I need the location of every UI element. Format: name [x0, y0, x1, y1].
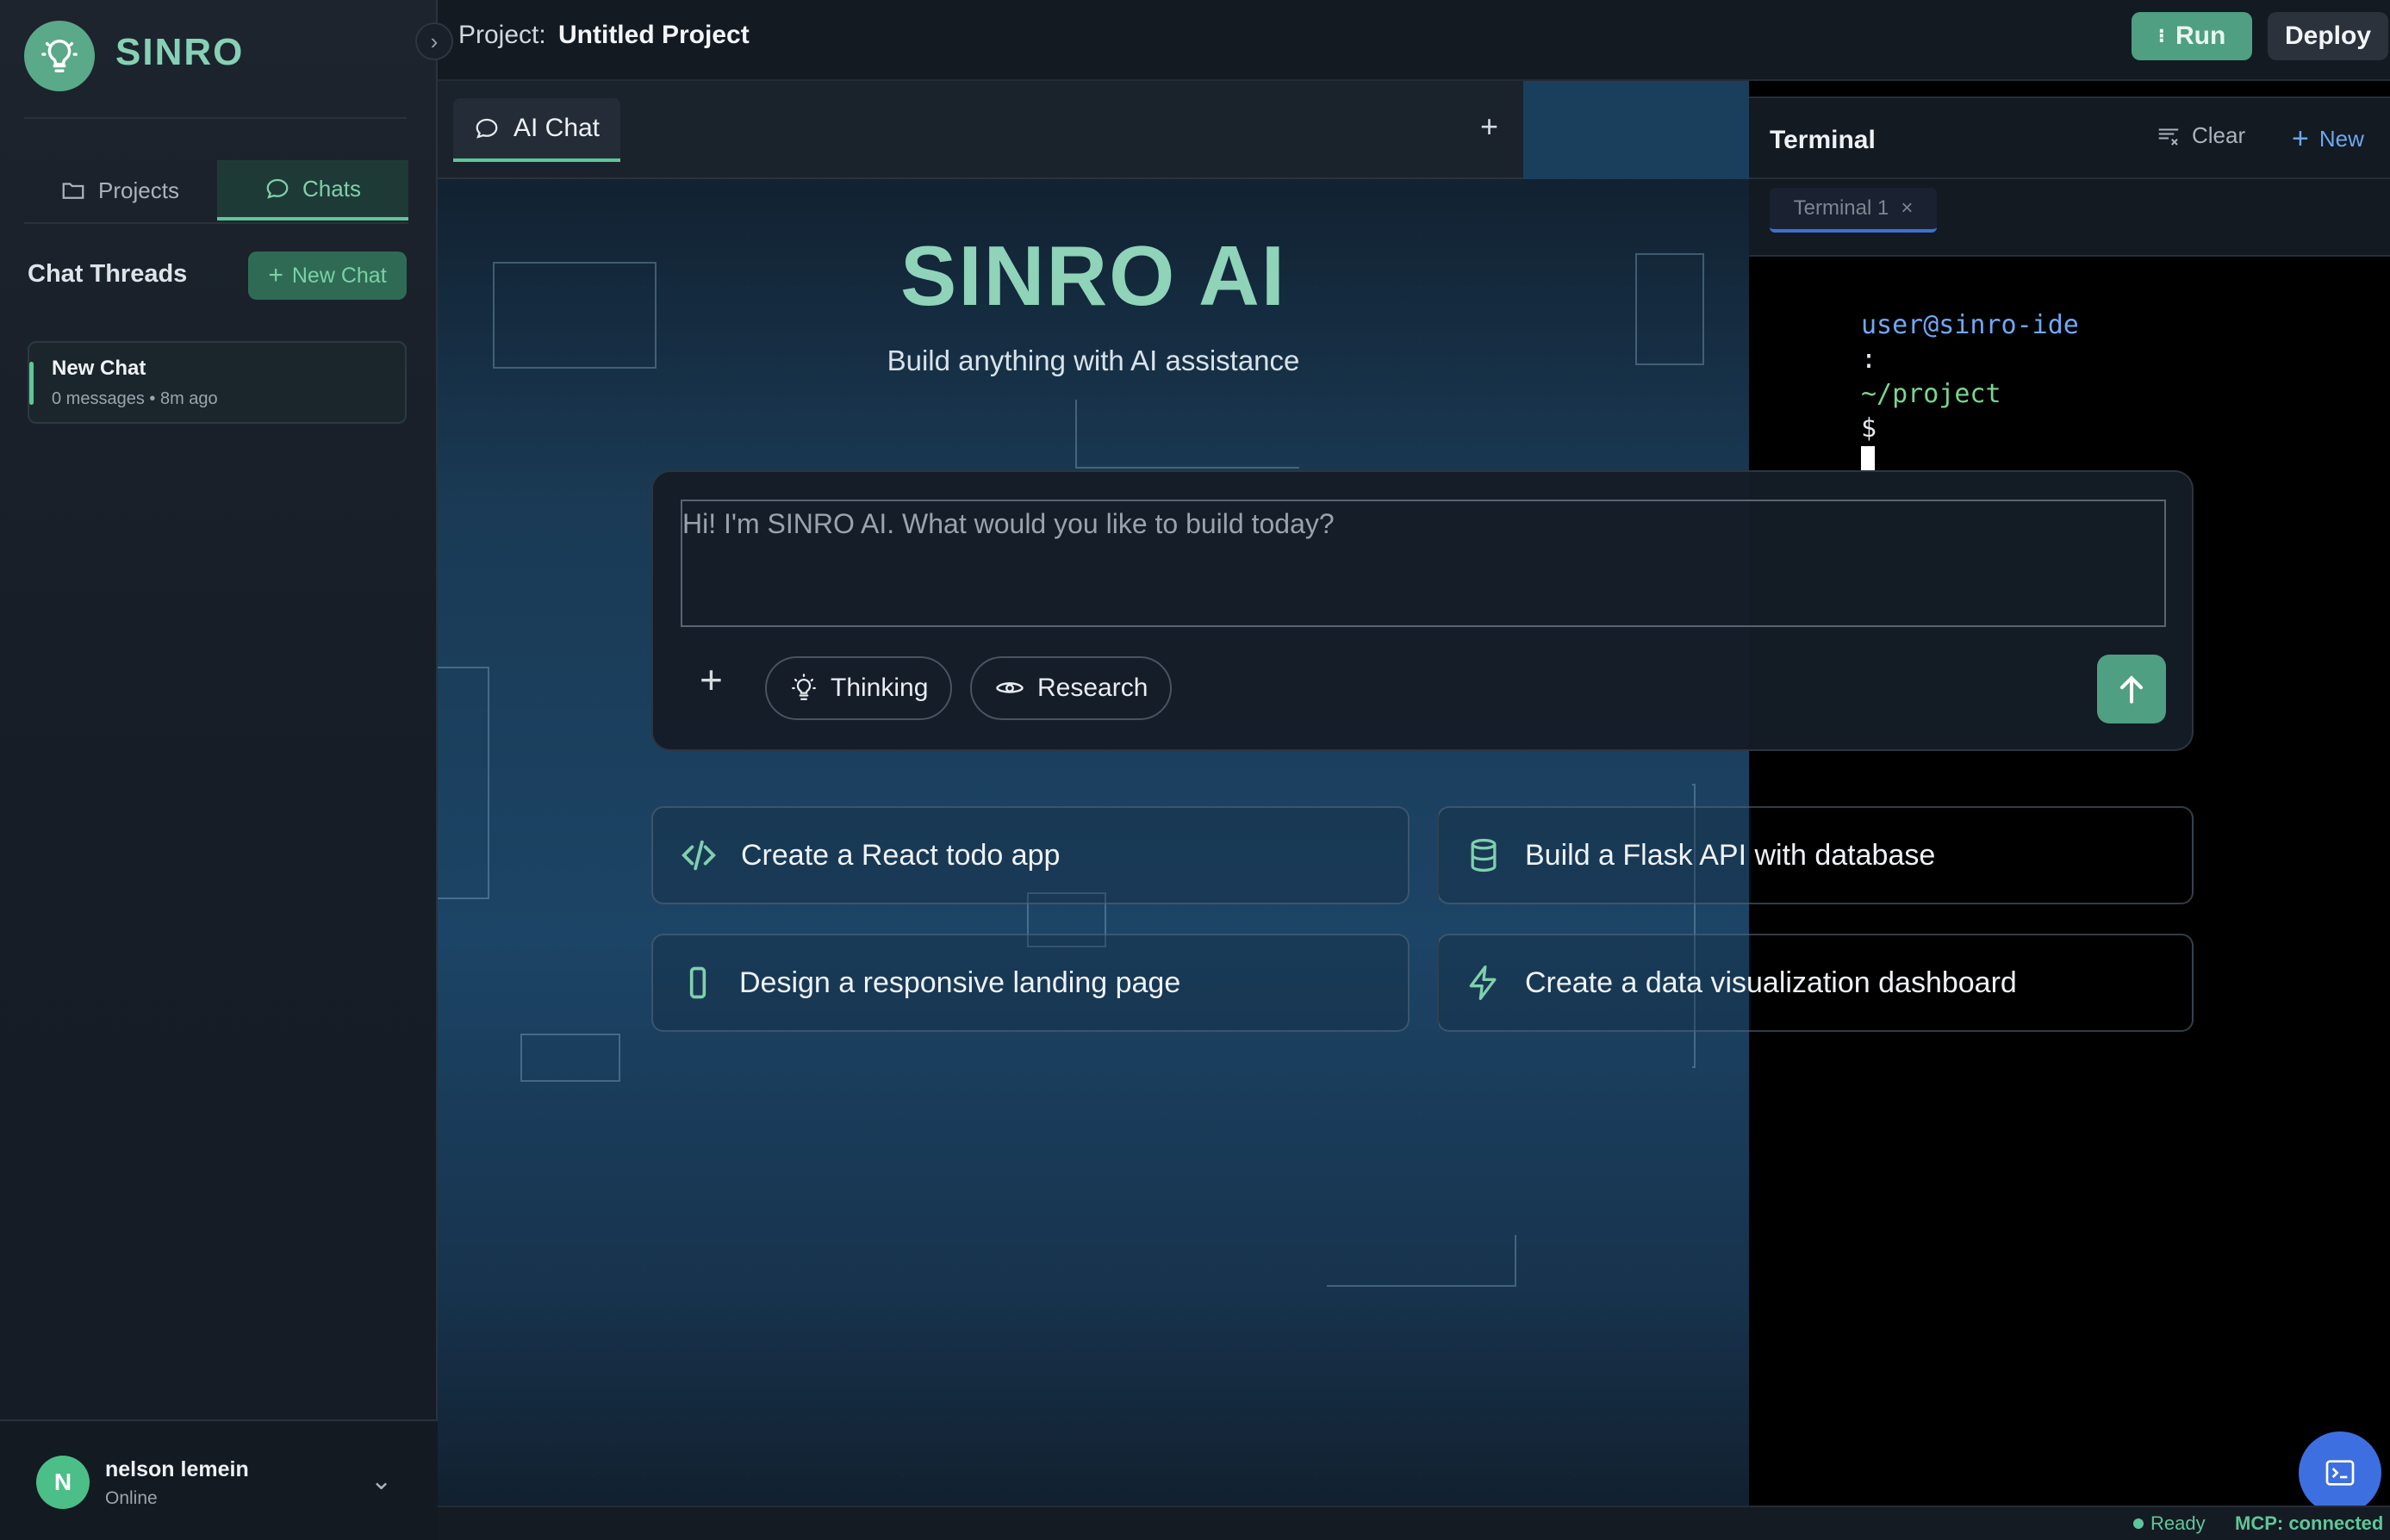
terminal-title: Terminal: [1770, 126, 1876, 154]
mcp-status: MCP: connected: [2235, 1512, 2384, 1534]
sidebar: SINRO › Projects Chats Chat Threads + Ne…: [0, 0, 453, 1540]
thread-meta: 0 messages • 8m ago: [52, 389, 218, 408]
terminal-tab-label: Terminal 1: [1793, 196, 1889, 220]
status-ready-label: Ready: [2150, 1512, 2206, 1534]
tab-chats[interactable]: Chats: [217, 160, 408, 220]
eye-icon: [995, 682, 1024, 693]
decorative-shape: [1075, 400, 1299, 469]
suggestion-card[interactable]: Build a Flask API with database: [1437, 806, 2194, 904]
new-chat-button[interactable]: + New Chat: [248, 251, 407, 300]
suggestion-label: Create a React todo app: [741, 838, 1061, 872]
deploy-label: Deploy: [2284, 22, 2372, 50]
logo: [24, 21, 95, 91]
project-name[interactable]: Untitled Project: [558, 21, 750, 50]
plus-icon: +: [268, 261, 283, 289]
new-label: New: [2318, 126, 2364, 152]
hero-subtitle: Build anything with AI assistance: [887, 345, 1300, 376]
thread-item[interactable]: New Chat 0 messages • 8m ago: [28, 341, 407, 424]
lightbulb-icon: [41, 40, 78, 72]
new-terminal-button[interactable]: + New: [2292, 122, 2364, 156]
thinking-label: Thinking: [831, 674, 929, 702]
decorative-shape: [1327, 1235, 1516, 1287]
chat-input[interactable]: [681, 500, 2166, 627]
thread-title: New Chat: [52, 357, 146, 380]
code-icon: [682, 840, 716, 871]
chat-composer: + Thinking Research: [651, 470, 2194, 751]
clear-icon: [2158, 128, 2179, 146]
tab-bar-filler: [1523, 81, 1749, 179]
suggestion-card[interactable]: Create a React todo app: [651, 806, 1410, 904]
research-label: Research: [1037, 674, 1148, 702]
suggestion-label: Create a data visualization dashboard: [1525, 966, 2017, 999]
chevron-right-icon: ›: [430, 28, 439, 54]
suggestion-label: Design a responsive landing page: [739, 966, 1181, 999]
terminal-cursor: [1861, 446, 1875, 472]
tab-ai-chat[interactable]: AI Chat: [453, 98, 620, 162]
mobile-icon: [689, 966, 706, 999]
user-status: Online: [105, 1488, 158, 1508]
run-button[interactable]: ⁝ Run: [2132, 12, 2252, 60]
prompt-symbol: $: [1861, 413, 1877, 444]
top-bar: Project: Untitled Project ⁝ Run Deploy: [438, 0, 2390, 81]
prompt-separator: :: [1861, 345, 1877, 375]
terminal-tab[interactable]: Terminal 1 ×: [1770, 188, 1937, 233]
arrow-up-icon: [2119, 675, 2144, 704]
thinking-toggle[interactable]: Thinking: [765, 656, 953, 720]
status-ready: Ready: [2133, 1512, 2206, 1535]
add-tab-button[interactable]: +: [1480, 109, 1498, 145]
suggestion-card[interactable]: Design a responsive landing page: [651, 934, 1410, 1032]
user-menu[interactable]: N nelson lemein Online ⌄: [0, 1419, 438, 1540]
plus-icon: +: [2292, 122, 2309, 155]
tab-label: AI Chat: [513, 114, 601, 142]
brand-name: SINRO: [115, 31, 245, 73]
terminal-icon: [2325, 1460, 2355, 1486]
send-button[interactable]: [2097, 655, 2166, 723]
new-chat-label: New Chat: [291, 263, 387, 288]
prompt-path: ~/project: [1861, 379, 2001, 409]
chevron-down-icon[interactable]: ⌄: [370, 1466, 392, 1496]
suggestion-label: Build a Flask API with database: [1525, 838, 1936, 872]
lightning-icon: [1469, 966, 1497, 1000]
chat-panel: AI Chat + SINRO AI Build anything with A…: [438, 81, 1749, 1506]
user-name: nelson lemein: [105, 1457, 249, 1481]
divider: [24, 222, 408, 224]
terminal-header: Terminal Clear + New: [1749, 96, 2390, 179]
close-icon[interactable]: ×: [1901, 196, 1913, 220]
folder-icon: [62, 183, 84, 199]
chat-icon: [476, 118, 498, 139]
status-dot-icon: [2133, 1518, 2144, 1529]
deploy-button[interactable]: Deploy: [2268, 12, 2388, 60]
collapse-sidebar-button[interactable]: ›: [415, 22, 453, 60]
research-toggle[interactable]: Research: [970, 656, 1173, 720]
tab-projects[interactable]: Projects: [24, 160, 215, 220]
clear-label: Clear: [2192, 122, 2246, 148]
divider: [24, 117, 407, 119]
tab-chats-label: Chats: [302, 175, 361, 202]
suggestion-card[interactable]: Create a data visualization dashboard: [1437, 934, 2194, 1032]
tab-projects-label: Projects: [98, 177, 179, 203]
avatar: N: [36, 1456, 90, 1509]
hero-title: SINRO AI: [900, 228, 1286, 323]
chat-icon: [266, 178, 289, 199]
chat-tab-bar: AI Chat +: [438, 81, 1523, 179]
run-label: Run: [2175, 22, 2226, 50]
project-label: Project:: [458, 21, 546, 49]
database-icon: [1471, 838, 1497, 872]
active-indicator: [29, 362, 34, 405]
app-root: SINRO › Projects Chats Chat Threads + Ne…: [0, 0, 2390, 1540]
section-title: Chat Threads: [28, 260, 188, 288]
clear-terminal-button[interactable]: Clear: [2156, 122, 2245, 149]
decorative-shape: [520, 1034, 620, 1082]
open-terminal-button[interactable]: [2299, 1431, 2381, 1514]
lightbulb-icon: [792, 674, 816, 700]
terminal-tabs: Terminal 1 ×: [1749, 179, 2390, 257]
run-icon: ⁝: [2157, 25, 2166, 47]
attach-button[interactable]: +: [700, 656, 723, 703]
status-bar: Ready MCP: connected: [438, 1506, 2390, 1540]
terminal-panel: Terminal Clear + New Terminal 1 × user@s…: [1749, 81, 2390, 1506]
prompt-user: user@sinro-ide: [1861, 310, 2079, 340]
decorative-shape: [438, 667, 489, 899]
